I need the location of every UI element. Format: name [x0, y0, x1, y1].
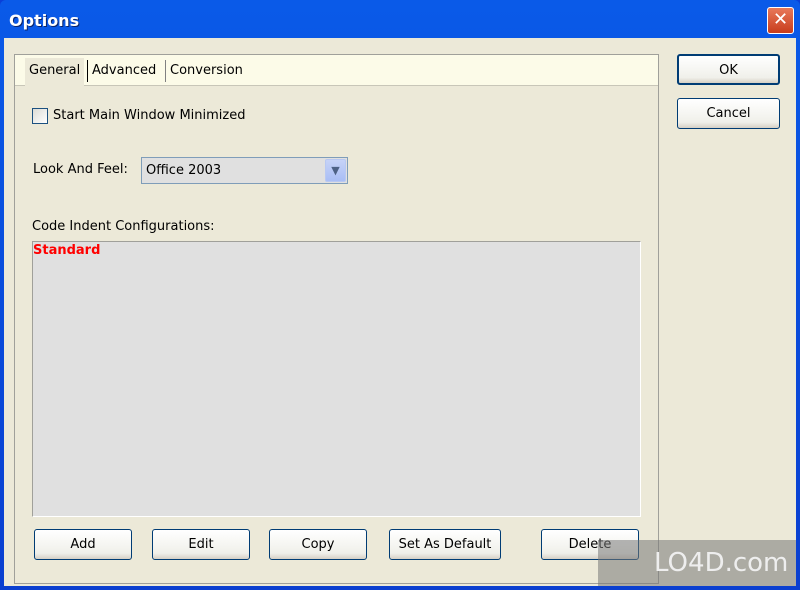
code-indent-label: Code Indent Configurations: [32, 219, 215, 234]
add-button[interactable]: Add [34, 529, 132, 560]
set-default-button[interactable]: Set As Default [389, 529, 501, 560]
cancel-button[interactable]: Cancel [677, 98, 780, 129]
edit-button[interactable]: Edit [152, 529, 250, 560]
watermark-logo: LO4D.com [598, 540, 796, 586]
list-item[interactable]: Standard [33, 242, 640, 258]
copy-button[interactable]: Copy [269, 529, 367, 560]
tab-advanced[interactable]: Advanced [88, 60, 160, 82]
tab-strip: General Advanced Conversion [15, 55, 658, 86]
look-feel-value: Office 2003 [146, 163, 222, 178]
tab-general[interactable]: General [25, 58, 85, 86]
client-area: General Advanced Conversion Start Main W… [4, 38, 796, 586]
look-feel-label: Look And Feel: [33, 162, 128, 177]
tab-conversion[interactable]: Conversion [166, 60, 247, 82]
window-title: Options [9, 11, 80, 30]
look-feel-select[interactable]: Office 2003 ▼ [141, 157, 348, 184]
chevron-down-icon[interactable]: ▼ [325, 159, 346, 182]
start-minimized-checkbox[interactable] [32, 108, 48, 124]
start-minimized-label[interactable]: Start Main Window Minimized [53, 108, 245, 123]
ok-button[interactable]: OK [677, 54, 780, 85]
tab-panel: General Advanced Conversion Start Main W… [14, 54, 659, 584]
close-button[interactable]: ✕ [767, 7, 794, 34]
options-window: Options ✕ General Advanced Conversion St… [0, 0, 800, 590]
code-indent-list[interactable]: Standard [32, 241, 641, 517]
